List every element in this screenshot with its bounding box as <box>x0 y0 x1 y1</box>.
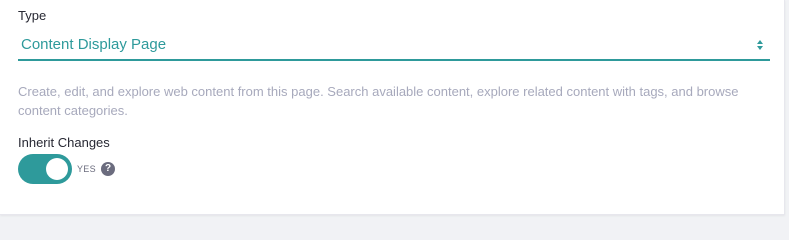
sort-arrows-icon <box>756 38 764 50</box>
type-label: Type <box>18 8 47 23</box>
type-description: Create, edit, and explore web content fr… <box>18 84 739 118</box>
type-select-value: Content Display Page <box>21 36 167 53</box>
inherit-changes-toggle[interactable] <box>18 154 72 184</box>
inherit-changes-label: Inherit Changes <box>18 135 110 150</box>
toggle-state-label: YES <box>77 164 96 174</box>
type-select[interactable]: Content Display Page <box>18 28 770 61</box>
toggle-knob <box>46 158 68 180</box>
question-mark-icon[interactable]: ? <box>101 162 115 176</box>
page-type-panel: Type Content Display Page Create, edit, … <box>0 0 785 215</box>
